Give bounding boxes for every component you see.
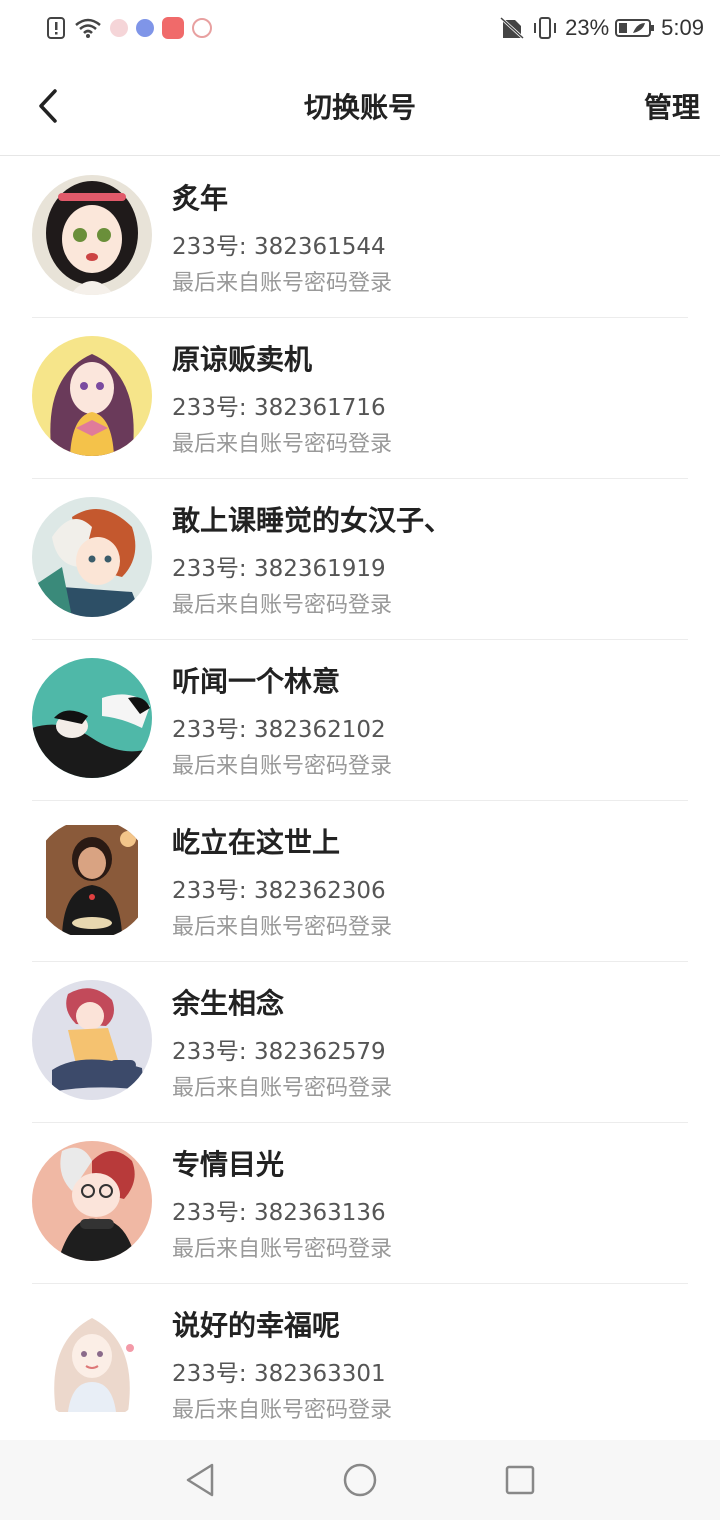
login-method: 最后来自账号密码登录 [172,754,393,779]
account-item[interactable]: 敢上课睡觉的女汉子、 233号: 382361919 最后来自账号密码登录 [0,479,720,640]
circle-home-icon [343,1463,377,1497]
login-method: 最后来自账号密码登录 [172,1076,393,1101]
account-id: 233号: 382363136 [172,1200,386,1226]
account-id: 233号: 382362579 [172,1039,386,1065]
manage-button[interactable]: 管理 [644,86,700,126]
login-method: 最后来自账号密码登录 [172,432,393,457]
account-name: 专情目光 [172,1148,285,1181]
alert-icon [47,17,65,39]
account-item[interactable]: 原谅贩卖机 233号: 382361716 最后来自账号密码登录 [0,318,720,479]
square-recent-icon [505,1465,535,1495]
account-id: 233号: 382362306 [172,878,386,904]
account-id: 233号: 382363301 [172,1361,386,1387]
avatar [32,1302,152,1422]
vibrate-icon [534,17,557,39]
account-name: 说好的幸福呢 [172,1309,341,1342]
header: 切换账号 管理 [0,56,720,156]
account-name: 屹立在这世上 [172,826,341,859]
battery-icon [615,19,655,37]
account-id: 233号: 382361919 [172,556,386,582]
account-item[interactable]: 炙年 233号: 382361544 最后来自账号密码登录 [0,157,720,318]
avatar [32,175,152,295]
cat-app-icon [192,18,212,38]
avatar [32,658,152,778]
account-list: 炙年 233号: 382361544 最后来自账号密码登录 原谅贩卖机 233号… [0,157,720,1440]
account-name: 余生相念 [172,987,285,1020]
account-item[interactable]: 余生相念 233号: 382362579 最后来自账号密码登录 [0,962,720,1123]
page-title: 切换账号 [303,91,416,124]
account-item[interactable]: 屹立在这世上 233号: 382362306 最后来自账号密码登录 [0,801,720,962]
music-app-icon [136,19,154,37]
wifi-icon [75,18,101,38]
avatar [32,980,152,1100]
shopping-app-icon [162,17,184,39]
avatar [32,1141,152,1261]
nav-home-button[interactable] [340,1460,380,1500]
login-method: 最后来自账号密码登录 [172,593,393,618]
status-bar-system: 23% 5:09 [499,14,704,42]
triangle-back-icon [186,1463,214,1497]
avatar [32,497,152,617]
account-id: 233号: 382361544 [172,234,386,260]
account-id: 233号: 382361716 [172,395,386,421]
avatar [32,819,152,939]
system-nav-bar [0,1440,720,1520]
app-notification-icon [110,19,128,37]
account-name: 敢上课睡觉的女汉子、 [172,504,453,537]
account-item[interactable]: 说好的幸福呢 233号: 382363301 最后来自账号密码登录 [0,1284,720,1440]
clock: 5:09 [661,15,704,40]
no-sim-icon [500,16,525,40]
login-method: 最后来自账号密码登录 [172,1398,393,1423]
status-bar-notifications [46,14,212,42]
login-method: 最后来自账号密码登录 [172,915,393,940]
nav-back-button[interactable] [180,1460,220,1500]
battery-percent: 23% [565,15,610,40]
login-method: 最后来自账号密码登录 [172,271,393,296]
status-bar: 23% 5:09 [0,0,720,56]
account-name: 听闻一个林意 [172,665,341,698]
account-name: 原谅贩卖机 [172,343,313,376]
login-method: 最后来自账号密码登录 [172,1237,393,1262]
account-id: 233号: 382362102 [172,717,386,743]
account-item[interactable]: 专情目光 233号: 382363136 最后来自账号密码登录 [0,1123,720,1284]
avatar [32,336,152,456]
nav-recent-button[interactable] [500,1460,540,1500]
account-item[interactable]: 听闻一个林意 233号: 382362102 最后来自账号密码登录 [0,640,720,801]
account-name: 炙年 [172,182,229,215]
